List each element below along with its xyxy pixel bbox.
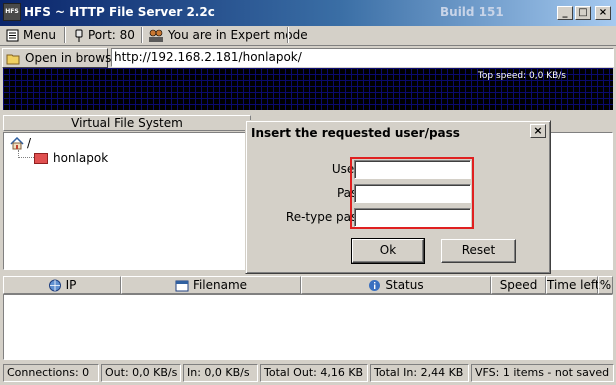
column-ip-label: IP [65,278,77,292]
tree-connector [18,157,34,158]
ok-button[interactable]: Ok [351,238,425,264]
menu-label: Menu [23,28,56,42]
window-title: HFS ~ HTTP File Server 2.2c [24,5,215,19]
vfs-header: Virtual File System [3,115,251,131]
expert-mode-button[interactable]: You are in Expert mode [148,26,308,44]
reset-button[interactable]: Reset [441,239,516,263]
top-speed-label: Top speed: 0,0 KB/s [477,71,566,81]
minimize-button[interactable]: _ [557,6,573,20]
status-out-speed: Out: 0,0 KB/s [101,364,181,382]
port-label: Port: 80 [88,28,135,42]
users-icon [149,29,163,42]
open-in-browser-button[interactable]: Open in browser [2,48,124,68]
open-in-browser-label: Open in browser [25,51,124,65]
url-field[interactable]: http://192.168.2.181/honlapok/ [111,48,614,67]
column-filename-label: Filename [192,278,248,292]
file-window-icon [175,280,189,291]
tree-item-label: honlapok [53,151,109,165]
menu-icon [6,29,19,42]
connections-list[interactable] [3,294,613,360]
user-pass-dialog: Insert the requested user/pass × Usernam… [245,120,551,274]
toolbar-separator [64,27,66,43]
dialog-close-button[interactable]: × [530,124,546,138]
status-vfs[interactable]: VFS: 1 items - not saved [471,364,614,382]
column-status-label: Status [385,278,424,292]
status-bar: Connections: 0 Out: 0,0 KB/s In: 0,0 KB/… [0,364,616,383]
plug-icon [75,29,83,42]
column-time-left[interactable]: Time left [546,276,600,294]
menu-button[interactable]: Menu [6,26,56,44]
title-bar: HFS HFS ~ HTTP File Server 2.2c Build 15… [0,0,616,26]
status-in-speed: In: 0,0 KB/s [183,364,258,382]
url-bar: Open in browser http://192.168.2.181/hon… [0,47,616,69]
tree-item-honlapok[interactable]: honlapok [34,151,108,165]
status-total-out: Total Out: 4,16 KB [260,364,368,382]
tree-root-label: / [27,136,32,150]
folder-open-icon [6,54,20,64]
folder-icon [34,153,48,164]
column-filename[interactable]: Filename [121,276,301,294]
network-icon [48,279,61,292]
build-label: Build 151 [440,5,504,19]
input-highlight-box [350,157,474,229]
home-icon [10,137,24,150]
info-icon [369,280,381,291]
connections-header: IP Filename Status Speed Time left % [3,276,613,294]
close-button[interactable]: × [595,6,611,20]
dialog-title: Insert the requested user/pass [251,126,460,140]
tree-root-item[interactable]: / [10,136,31,150]
status-connections: Connections: 0 [3,364,99,382]
toolbar: Menu Port: 80 You are in Expert mode [0,24,616,46]
status-total-in: Total In: 2,44 KB [370,364,469,382]
column-speed[interactable]: Speed [491,276,546,294]
column-status[interactable]: Status [301,276,491,294]
column-ip[interactable]: IP [3,276,121,294]
toolbar-separator [141,27,143,43]
speed-graph: Top speed: 0,0 KB/s [3,68,613,110]
hfs-app-icon: HFS [3,3,21,21]
toolbar-separator [287,27,289,43]
maximize-button[interactable]: □ [575,6,591,20]
port-button[interactable]: Port: 80 [74,26,135,44]
column-percent[interactable]: % [598,276,613,294]
